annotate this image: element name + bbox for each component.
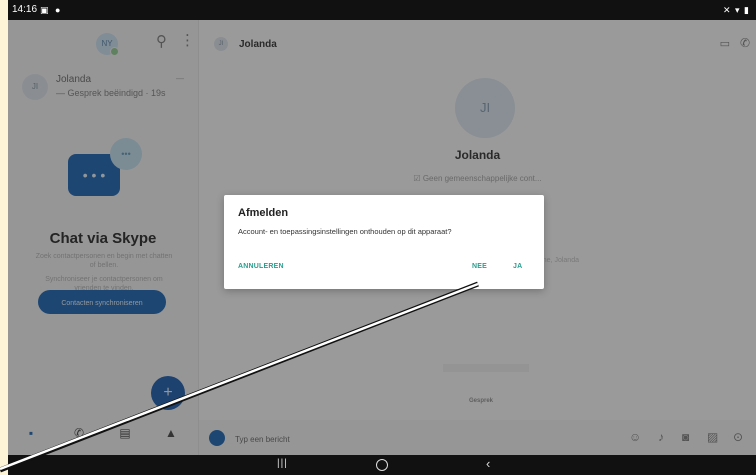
device-screen: 14:16 ▣ ● ✕ ▾ ▮ NY ⚲ ⋮ JI Jolanda — Gesp… xyxy=(8,0,756,475)
back-icon[interactable]: ‹ xyxy=(486,456,490,471)
sign-out-dialog: Afmelden Account- en toepassingsinstelli… xyxy=(224,195,544,289)
recent-apps-icon[interactable]: ||| xyxy=(277,458,288,469)
dialog-title: Afmelden xyxy=(238,207,289,219)
status-bar: 14:16 ▣ ● ✕ ▾ ▮ xyxy=(8,0,756,20)
no-button[interactable]: NEE xyxy=(472,263,487,270)
cancel-button[interactable]: ANNULEREN xyxy=(238,263,284,270)
dialog-message: Account- en toepassingsinstellingen onth… xyxy=(238,227,452,236)
status-time: 14:16 xyxy=(12,4,38,15)
yes-button[interactable]: JA xyxy=(513,263,522,270)
system-navigation-bar: ||| ‹ xyxy=(8,455,756,475)
status-right-icons: ✕ ▾ ▮ xyxy=(722,5,750,15)
home-icon[interactable] xyxy=(376,459,388,471)
status-left-icons: ▣ ● xyxy=(40,5,63,15)
